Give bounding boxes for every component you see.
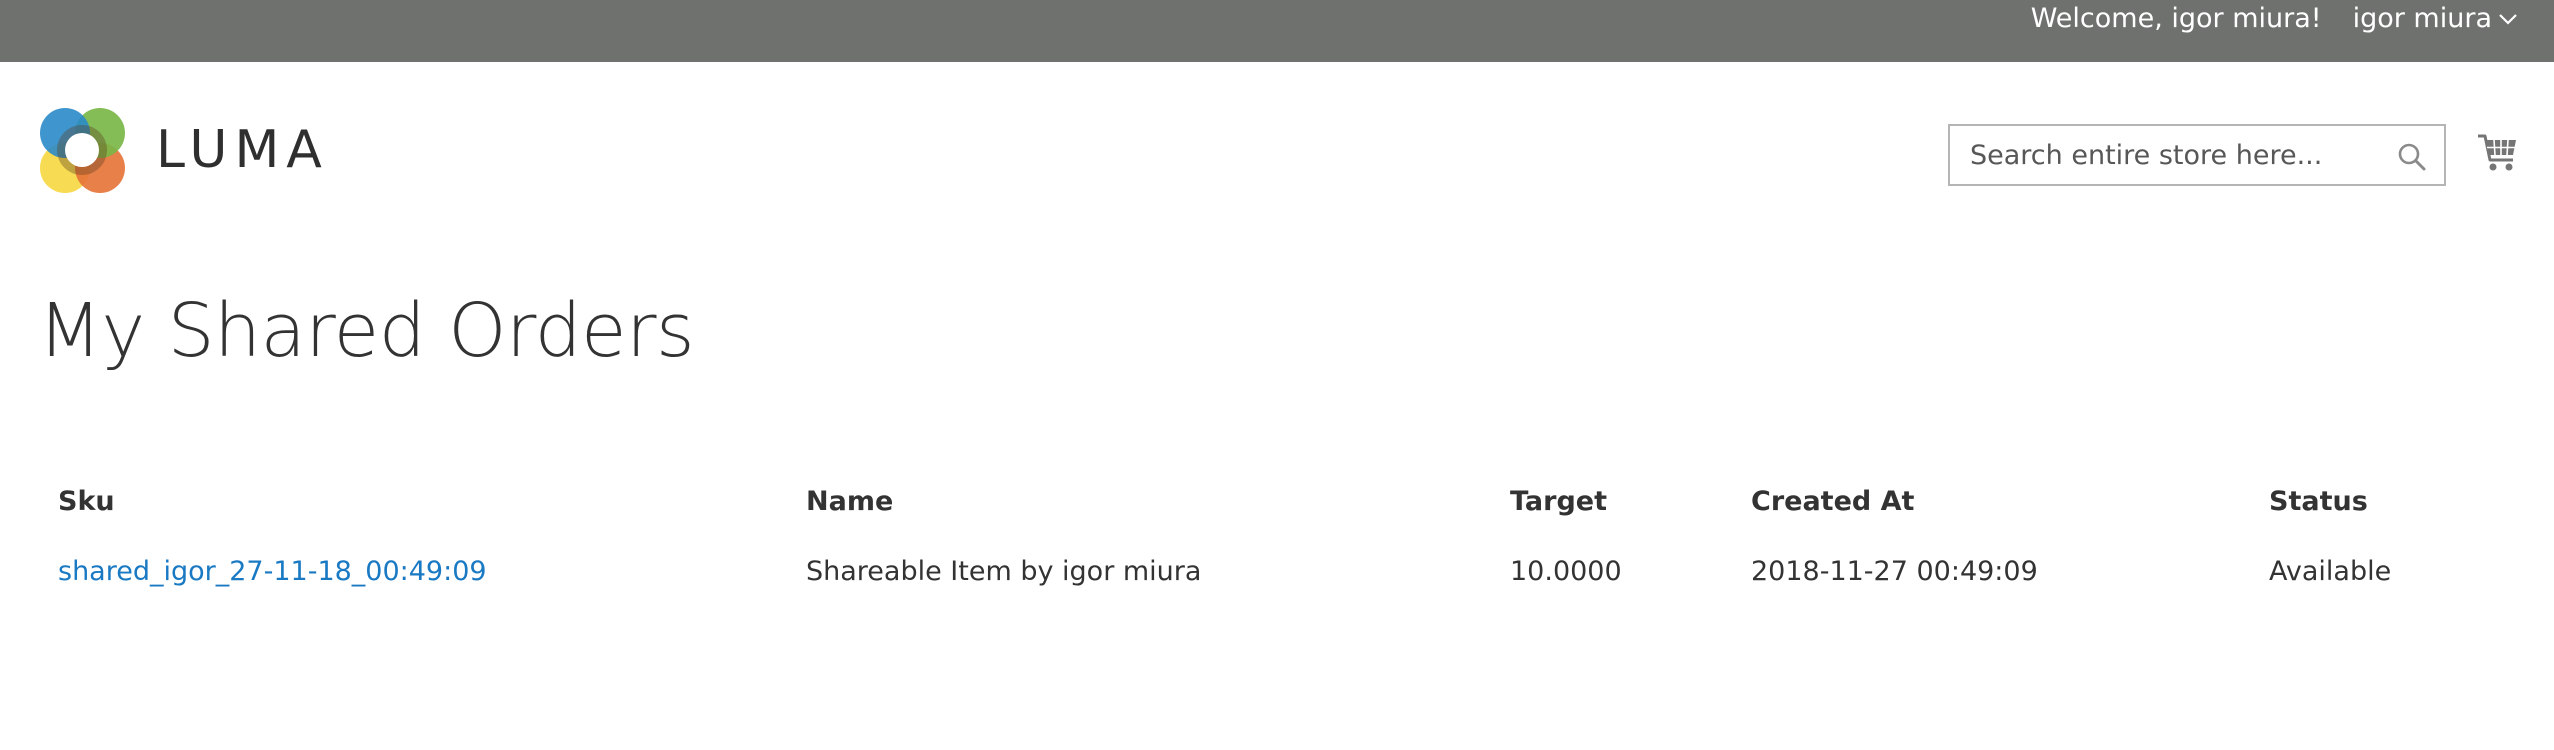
cart-icon[interactable] — [2476, 130, 2520, 174]
account-menu-toggle[interactable]: igor miura — [2353, 3, 2518, 34]
cell-status: Available — [2269, 555, 2392, 587]
cell-sku: shared_igor_27-11-18_00:49:09 — [38, 536, 786, 606]
search-box — [1948, 124, 2446, 186]
luma-logo-icon — [40, 108, 125, 193]
table-row: shared_igor_27-11-18_00:49:09 Shareable … — [38, 536, 2528, 606]
top-bar-links: Welcome, igor miura! igor miura — [2031, 0, 2518, 37]
column-header-name: Name — [806, 485, 894, 517]
column-header-target: Target — [1510, 485, 1608, 517]
account-name: igor miura — [2352, 3, 2492, 34]
welcome-message: Welcome, igor miura! — [2030, 3, 2322, 34]
table-header-row: Sku Name Target Created At Status — [38, 466, 2528, 536]
page-title: My Shared Orders — [38, 288, 695, 374]
logo-wordmark: LUMA — [156, 120, 329, 180]
cell-target: 10.0000 — [1510, 555, 1622, 587]
sku-link[interactable]: shared_igor_27-11-18_00:49:09 — [58, 556, 487, 587]
cell-created-at: 2018-11-27 00:49:09 — [1751, 555, 2038, 587]
column-header-created-at: Created At — [1751, 485, 1915, 517]
column-header-status: Status — [2269, 485, 2368, 517]
store-logo[interactable]: LUMA — [38, 106, 329, 194]
search-input[interactable] — [1968, 138, 2392, 172]
shared-orders-table: Sku Name Target Created At Status shared… — [38, 466, 2528, 606]
chevron-down-icon — [2499, 13, 2517, 25]
search-icon[interactable] — [2396, 141, 2428, 173]
column-header-sku: Sku — [58, 485, 115, 517]
site-header: LUMA — [0, 62, 2554, 242]
top-bar: Welcome, igor miura! igor miura — [0, 0, 2554, 62]
cell-name: Shareable Item by igor miura — [806, 555, 1202, 587]
